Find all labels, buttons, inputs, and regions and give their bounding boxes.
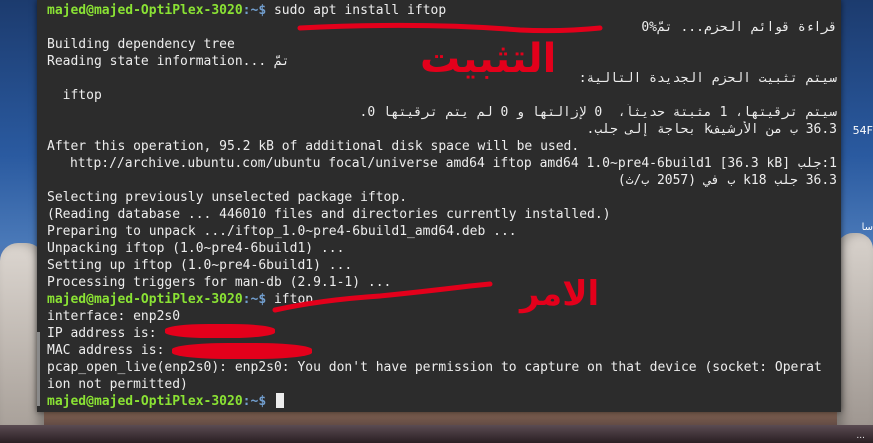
desktop-icon-label-1[interactable]: 54F (853, 124, 873, 137)
terminal-output-line: interface: enp2s0 (47, 309, 181, 324)
redaction-ip-address (165, 324, 275, 338)
prompt-user-host: majed@majed-OptiPlex-3020 (47, 3, 243, 18)
terminal-output-line: (Reading database ... 446010 files and d… (47, 207, 611, 222)
terminal-output-line: Processing triggers for man-db (2.9.1-1)… (47, 275, 392, 290)
terminal-scrollbar[interactable] (37, 332, 40, 406)
terminal-output-line: Unpacking iftop (1.0~pre4-6build1) ... (47, 241, 345, 256)
terminal-output-line: سيتم تثبيت الحزم الجديدة التالية: (578, 71, 837, 86)
terminal-output-line: 36.3 ب من الأرشيفk بحاجة إلى جلب. (586, 122, 837, 137)
terminal-output: majed@majed-OptiPlex-3020:~$ sudo apt in… (47, 2, 837, 410)
prompt-user-host: majed@majed-OptiPlex-3020 (47, 394, 243, 409)
prompt-command: sudo apt install iftop (266, 3, 447, 18)
prompt-path: :~$ (242, 394, 267, 409)
prompt-command (266, 394, 274, 409)
terminal-output-line: Reading state information... تمّ (47, 54, 290, 69)
prompt-user-host: majed@majed-OptiPlex-3020 (47, 292, 243, 307)
terminal-prompt-line: majed@majed-OptiPlex-3020:~$ iftop (47, 291, 837, 308)
terminal-output-line: After this operation, 95.2 kB of additio… (47, 139, 580, 154)
terminal-output-line: pcap_open_live(enp2s0): enp2s0: You don'… (47, 360, 822, 375)
terminal-output-line: 36.3 جلب k18 ب في (2057 ب/ث) (617, 173, 837, 188)
terminal-prompt-line[interactable]: majed@majed-OptiPlex-3020:~$ (47, 393, 837, 410)
terminal-output-line: سيتم ترقيتها، 1 مثبتة حديثاً، 0 لإزالتها… (359, 105, 837, 120)
terminal-output-line: Building dependency tree (47, 37, 235, 52)
terminal-output-line: Preparing to unpack .../iftop_1.0~pre4-6… (47, 224, 517, 239)
terminal-output-line: Selecting previously unselected package … (47, 190, 408, 205)
terminal-prompt-line: majed@majed-OptiPlex-3020:~$ sudo apt in… (47, 2, 837, 19)
terminal-output-line: Setting up iftop (1.0~pre4-6build1) ... (47, 258, 353, 273)
terminal-output-line: ion not permitted) (47, 377, 188, 392)
desktop-wallpaper-building-right (837, 233, 873, 433)
terminal-output-line: MAC address is: (47, 343, 165, 358)
prompt-path: :~$ (242, 292, 267, 307)
terminal-output-line: iftop (47, 88, 102, 103)
desktop-icon-label-2[interactable]: سا (862, 222, 873, 233)
redaction-mac-address (172, 343, 312, 359)
terminal-cursor[interactable] (275, 393, 284, 408)
prompt-path: :~$ (242, 3, 267, 18)
prompt-command: iftop (266, 292, 314, 307)
terminal-output-line: قراءة قوائم الحزم... تمّ%0 (641, 20, 837, 35)
terminal-output-line: 1:جلب http://archive.ubuntu.com/ubuntu f… (69, 156, 837, 171)
terminal-window[interactable]: majed@majed-OptiPlex-3020:~$ sudo apt in… (37, 0, 841, 412)
desktop-wallpaper-ground (0, 425, 873, 443)
desktop-icon-label-3[interactable]: ... (856, 431, 865, 441)
